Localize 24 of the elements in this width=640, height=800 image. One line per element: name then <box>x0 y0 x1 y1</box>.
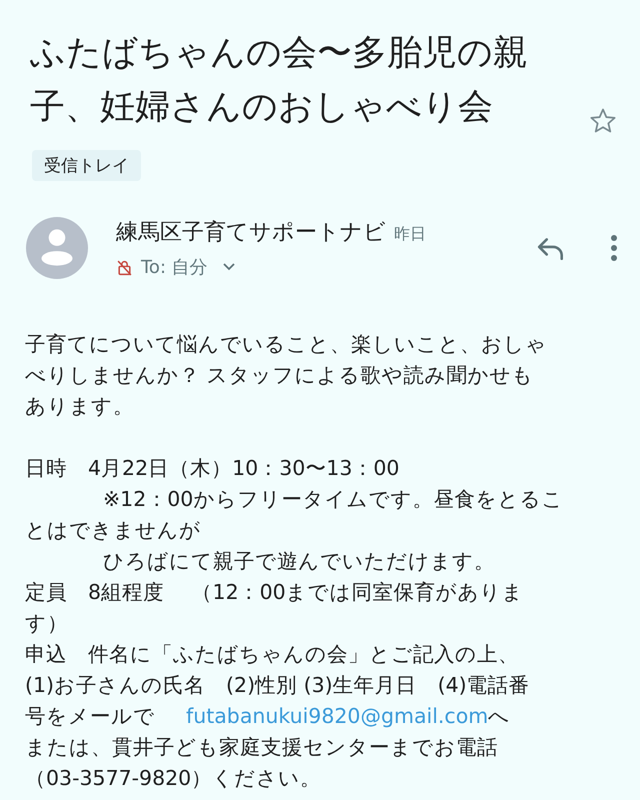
reply-icon[interactable] <box>536 235 566 261</box>
sender-name: 練馬区子育てサポートナビ <box>116 219 386 247</box>
body-line: 定員 8組程度 （12：00までは同室保育がありま <box>25 579 525 606</box>
body-line: 申込 件名に「ふたばちゃんの会」とご記入の上、 <box>25 641 520 668</box>
chevron-down-icon[interactable] <box>222 262 236 272</box>
body-line: 号をメールで futabanukui9820@gmail.comへ <box>25 703 512 730</box>
body-line: または、貫井子ども家庭支援センターまでお電話 <box>25 734 499 761</box>
email-subject: ふたばちゃんの会〜多胎児の親子、妊婦さんのおしゃべり会 <box>30 32 529 129</box>
body-line: あります。 <box>25 393 135 420</box>
body-line: ※12：00からフリータイムです。昼食をとるこ <box>102 486 564 513</box>
body-line: べりしませんか？ スタッフによる歌や読み聞かせも <box>25 362 535 389</box>
more-options-icon[interactable] <box>610 234 618 262</box>
lock-off-icon <box>116 258 133 276</box>
label-chip[interactable]: 受信トレイ <box>32 150 141 181</box>
body-line: とはできませんが <box>25 517 202 544</box>
sent-time: 昨日 <box>394 224 426 245</box>
body-line: (1)お子さんの氏名 (2)性別 (3)生年月日 (4)電話番 <box>25 672 531 699</box>
body-line: （03-3577-9820）ください。 <box>25 765 322 792</box>
body-line: ひろばにて親子で遊んでいただけます。 <box>102 548 496 575</box>
body-line: す） <box>25 610 69 637</box>
avatar-icon <box>26 217 88 279</box>
body-line: 子育てについて悩んでいること、楽しいこと、おしゃ <box>25 331 548 358</box>
body-line: 日時 4月22日（木）10：30〜13：00 <box>25 455 400 482</box>
recipient-text: To: 自分 <box>141 256 208 279</box>
